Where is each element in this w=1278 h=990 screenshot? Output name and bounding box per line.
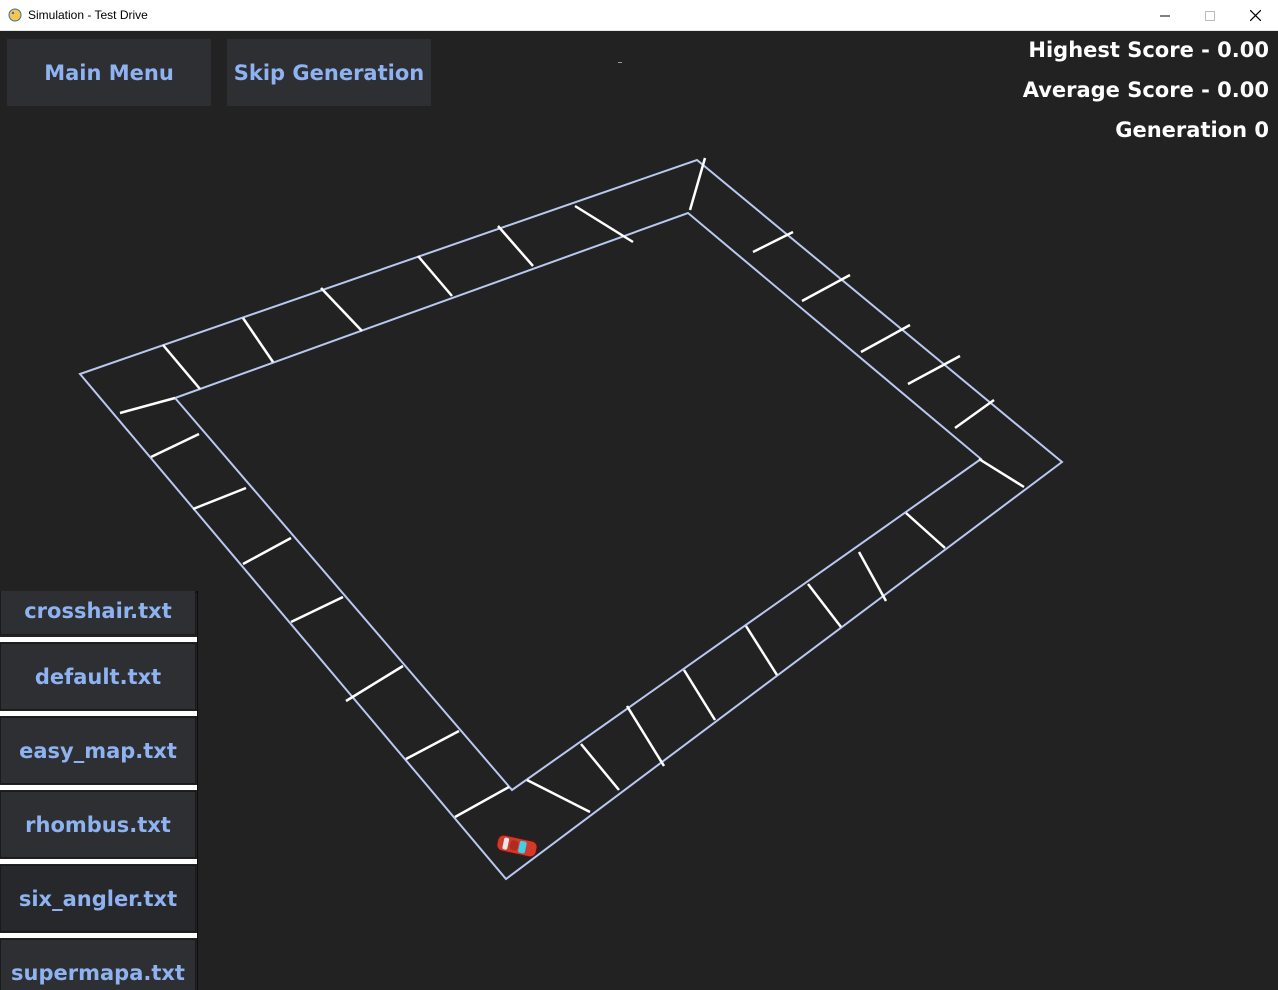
checkpoints [119,157,1025,819]
checkpoint [405,729,460,761]
checkpoint [905,512,946,549]
map-separator [0,785,198,790]
map-list-right-border [197,591,198,990]
maximize-icon [1205,10,1215,21]
checkpoint [625,705,666,767]
main-menu-button[interactable]: Main Menu [7,39,211,106]
map-item-easy-map[interactable]: easy_map.txt [0,717,196,784]
checkpoint [526,778,591,814]
map-item-label: rhombus.txt [25,812,171,837]
car [496,834,538,858]
map-separator [0,933,198,938]
map-item-rhombus[interactable]: rhombus.txt [0,791,196,858]
checkpoint [192,486,247,511]
checkpoint [320,287,363,332]
main-menu-label: Main Menu [44,60,174,85]
minimize-icon [1160,15,1170,16]
checkpoint [801,273,851,303]
map-item-label: default.txt [34,664,162,689]
checkpoint [241,317,275,363]
checkpoint [497,225,534,267]
pygame-snake-icon [8,8,22,22]
minimize-button[interactable] [1142,0,1188,31]
map-item-label: crosshair.txt [24,598,172,623]
map-separator [0,711,198,716]
skip-generation-button[interactable]: Skip Generation [227,39,431,106]
map-item-default[interactable]: default.txt [0,643,196,710]
map-list: crosshair.txt default.txt easy_map.txt r… [0,591,198,990]
average-score: Average Score - 0.00 [1022,78,1269,102]
highest-score: Highest Score - 0.00 [1028,38,1269,62]
checkpoint [807,583,842,628]
checkpoint [752,230,794,254]
checkpoint [682,669,717,721]
map-item-label: supermapa.txt [11,960,185,985]
checkpoint [417,255,453,297]
canvas-artifact [618,62,622,63]
close-button[interactable] [1232,0,1278,31]
checkpoint [860,323,911,354]
generation-counter: Generation 0 [1115,118,1269,142]
checkpoint [454,785,510,819]
map-item-supermapa[interactable]: supermapa.txt [0,939,196,990]
checkpoint [978,457,1025,489]
maximize-button[interactable] [1187,0,1233,31]
checkpoint [580,743,620,791]
checkpoint [162,344,201,390]
map-item-crosshair[interactable]: crosshair.txt [0,591,196,635]
map-item-label: easy_map.txt [19,738,177,763]
checkpoint [345,664,404,703]
window-titlebar: Simulation - Test Drive [0,0,1278,31]
checkpoint [290,595,344,624]
checkpoint [857,551,888,602]
map-separator [0,859,198,864]
checkpoint [744,625,779,676]
window-title: Simulation - Test Drive [28,8,148,22]
close-icon [1249,10,1261,21]
checkpoint [688,157,707,211]
simulation-canvas: Main Menu Skip Generation Highest Score … [0,31,1278,990]
map-item-six-angler[interactable]: six_angler.txt [0,865,196,932]
checkpoint [242,536,292,566]
checkpoint [574,204,634,244]
map-separator [0,637,198,642]
map-item-label: six_angler.txt [18,886,178,911]
checkpoint [119,396,176,415]
skip-generation-label: Skip Generation [233,60,425,85]
checkpoint [150,432,200,459]
checkpoint [954,398,995,430]
